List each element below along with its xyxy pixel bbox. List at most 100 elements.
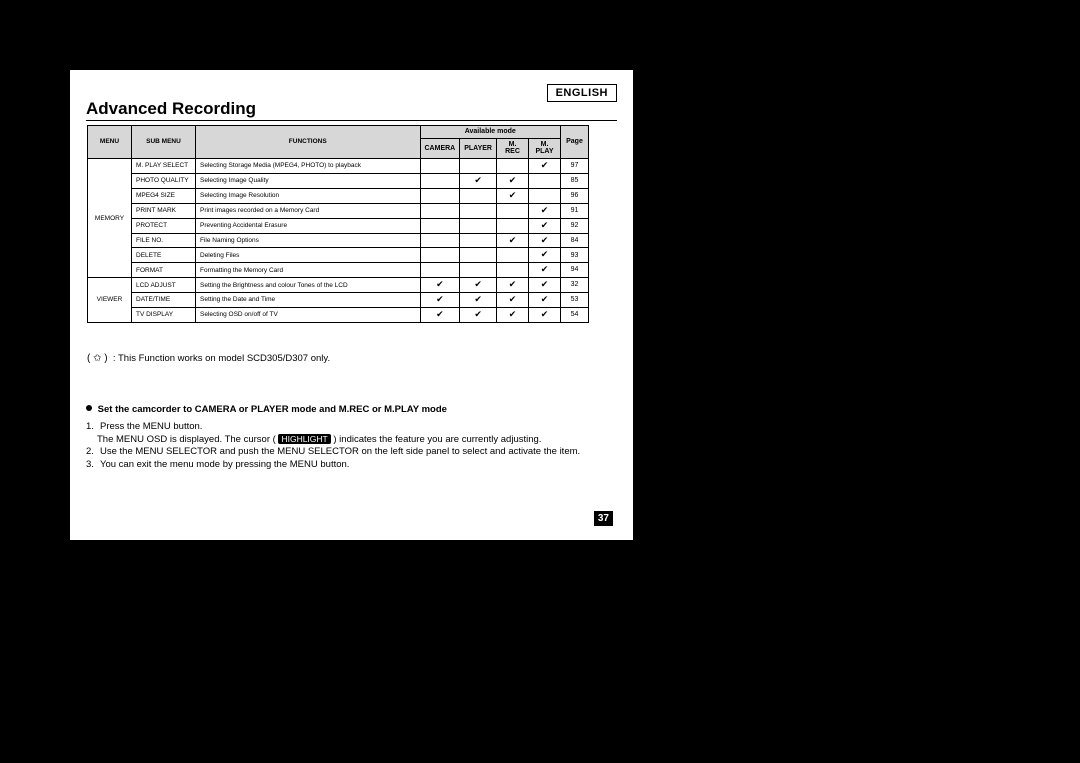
step-3: 3.You can exit the menu mode by pressing…: [97, 459, 617, 472]
page-ref-cell: 93: [561, 248, 589, 263]
mode-cell: [460, 218, 497, 233]
instruction-header: Set the camcorder to CAMERA or PLAYER mo…: [86, 404, 617, 417]
th-player: PLAYER: [460, 138, 497, 158]
table-row: DATE/TIMESetting the Date and Time✔✔✔✔53: [88, 293, 589, 308]
mode-cell: ✔: [460, 173, 497, 188]
table-row: DELETEDeleting Files ✔93: [88, 248, 589, 263]
step1b-text: The MENU OSD is displayed. The cursor (: [97, 434, 276, 445]
language-badge: ENGLISH: [547, 84, 617, 102]
mode-cell: ✔: [460, 307, 497, 322]
mode-cell: ✔: [497, 293, 529, 308]
instructions-block: Set the camcorder to CAMERA or PLAYER mo…: [97, 404, 617, 472]
table-row: FORMATFormatting the Memory Card✔94: [88, 263, 589, 278]
mode-cell: ✔: [420, 278, 460, 293]
function-cell: Setting the Brightness and colour Tones …: [196, 278, 421, 293]
mode-cell: ✔: [529, 218, 561, 233]
mode-cell: ✔: [529, 293, 561, 308]
function-cell: Deleting Files: [196, 248, 421, 263]
table-row: VIEWERLCD ADJUSTSetting the Brightness a…: [88, 278, 589, 293]
mode-cell: ✔: [497, 188, 529, 203]
function-cell: Setting the Date and Time: [196, 293, 421, 308]
function-table-container: MENU SUB MENU FUNCTIONS Available mode P…: [87, 125, 589, 323]
mode-cell: [497, 203, 529, 218]
page-ref-cell: 92: [561, 218, 589, 233]
footnote-symbol: ( ✩ ): [87, 353, 108, 364]
page-ref-cell: 94: [561, 263, 589, 278]
mode-cell: [529, 173, 561, 188]
mode-cell: [420, 203, 460, 218]
mode-cell: ✔: [420, 307, 460, 322]
mode-cell: [460, 233, 497, 248]
submenu-cell: PROTECT: [132, 218, 196, 233]
page-ref-cell: 32: [561, 278, 589, 293]
mode-cell: [529, 188, 561, 203]
mode-cell: [460, 159, 497, 174]
step-1: 1.Press the MENU button. The MENU OSD is…: [97, 421, 617, 447]
mode-cell: [420, 188, 460, 203]
mode-cell: ✔: [460, 278, 497, 293]
mode-cell: [460, 263, 497, 278]
page-ref-cell: 91: [561, 203, 589, 218]
step3-text: You can exit the menu mode by pressing t…: [100, 459, 349, 470]
mode-cell: [420, 233, 460, 248]
footnote: ( ✩ ) : This Function works on model SCD…: [87, 353, 330, 364]
mode-cell: [420, 173, 460, 188]
step-2: 2.Use the MENU SELECTOR and push the MEN…: [97, 446, 617, 459]
th-available-mode: Available mode: [420, 126, 561, 139]
th-mplay: M. PLAY: [529, 138, 561, 158]
table-row: MEMORYM. PLAY SELECTSelecting Storage Me…: [88, 159, 589, 174]
page-title: Advanced Recording: [86, 99, 256, 119]
th-mrec: M. REC: [497, 138, 529, 158]
table-row: MPEG4 SIZESelecting Image Resolution✔96: [88, 188, 589, 203]
mode-cell: [420, 159, 460, 174]
th-menu: MENU: [88, 126, 132, 159]
page-ref-cell: 85: [561, 173, 589, 188]
submenu-cell: TV DISPLAY: [132, 307, 196, 322]
mode-cell: ✔: [529, 233, 561, 248]
page-ref-cell: 54: [561, 307, 589, 322]
mode-cell: ✔: [460, 293, 497, 308]
mode-cell: ✔: [497, 173, 529, 188]
table-row: PRINT MARKPrint images recorded on a Mem…: [88, 203, 589, 218]
mode-cell: [460, 248, 497, 263]
mode-cell: ✔: [529, 159, 561, 174]
mode-cell: ✔: [529, 307, 561, 322]
page-ref-cell: 53: [561, 293, 589, 308]
function-cell: Print images recorded on a Memory Card: [196, 203, 421, 218]
mode-cell: ✔: [529, 203, 561, 218]
mode-cell: [497, 248, 529, 263]
manual-page: ENGLISH Advanced Recording MENU SUB MENU…: [70, 70, 633, 540]
bullet-icon: [86, 405, 92, 411]
function-cell: Selecting Image Quality: [196, 173, 421, 188]
mode-cell: ✔: [529, 278, 561, 293]
function-cell: Formatting the Memory Card: [196, 263, 421, 278]
table-row: FILE NO.File Naming Options✔✔84: [88, 233, 589, 248]
submenu-cell: LCD ADJUST: [132, 278, 196, 293]
mode-cell: ✔: [497, 307, 529, 322]
function-table: MENU SUB MENU FUNCTIONS Available mode P…: [87, 125, 589, 323]
menu-cell: MEMORY: [88, 159, 132, 278]
table-row: PHOTO QUALITYSelecting Image Quality ✔✔ 85: [88, 173, 589, 188]
mode-cell: [497, 218, 529, 233]
submenu-cell: FORMAT: [132, 263, 196, 278]
function-cell: Selecting OSD on/off of TV: [196, 307, 421, 322]
instruction-header-text: Set the camcorder to CAMERA or PLAYER mo…: [98, 404, 447, 415]
table-row: PROTECTPreventing Accidental Erasure ✔92: [88, 218, 589, 233]
title-rule: [86, 120, 617, 121]
submenu-cell: M. PLAY SELECT: [132, 159, 196, 174]
th-page: Page: [561, 126, 589, 159]
function-cell: File Naming Options: [196, 233, 421, 248]
submenu-cell: DELETE: [132, 248, 196, 263]
submenu-cell: DATE/TIME: [132, 293, 196, 308]
mode-cell: ✔: [497, 278, 529, 293]
th-submenu: SUB MENU: [132, 126, 196, 159]
function-cell: Selecting Storage Media (MPEG4, PHOTO) t…: [196, 159, 421, 174]
page-ref-cell: 84: [561, 233, 589, 248]
function-cell: Preventing Accidental Erasure: [196, 218, 421, 233]
mode-cell: ✔: [529, 248, 561, 263]
submenu-cell: PHOTO QUALITY: [132, 173, 196, 188]
highlight-badge: HIGHLIGHT: [278, 434, 330, 444]
table-body: MEMORYM. PLAY SELECTSelecting Storage Me…: [88, 159, 589, 323]
footnote-text: : This Function works on model SCD305/D3…: [113, 353, 330, 364]
page-ref-cell: 96: [561, 188, 589, 203]
